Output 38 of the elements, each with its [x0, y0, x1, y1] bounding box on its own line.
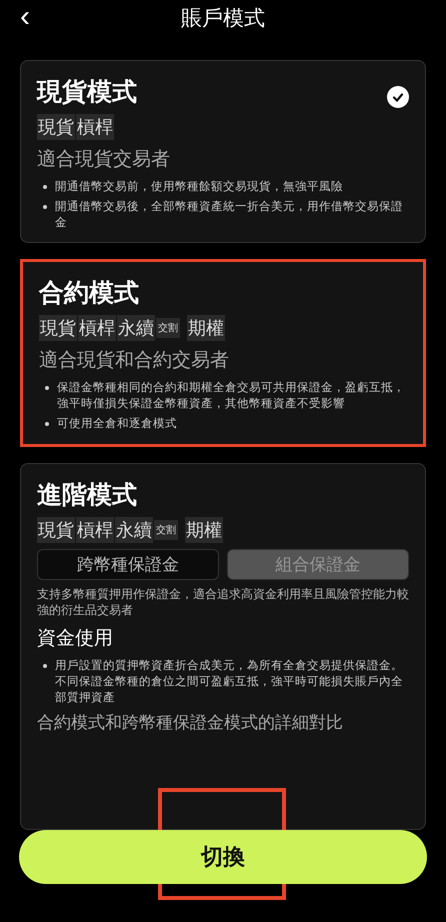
- mode-description: 支持多幣種質押用作保證金，適合追求高資金利用率且風險管控能力較強的衍生品交易者: [37, 586, 409, 620]
- comparison-link[interactable]: 合約模式和跨幣種保證金模式的詳細對比: [37, 711, 409, 734]
- mode-title: 進階模式: [37, 478, 137, 511]
- mode-subtitle: 適合現貨和合約交易者: [39, 348, 230, 374]
- margin-option[interactable]: 跨幣種保證金: [37, 548, 219, 580]
- market-tag: 槓桿: [78, 315, 116, 342]
- bullet-dot: [45, 386, 49, 390]
- market-tag: 期權: [185, 516, 223, 543]
- bullet-dot: [43, 664, 47, 668]
- bullet-text: 用戶設置的質押幣資產折合成美元，為所有全倉交易提供保證金。不同保證金幣種的倉位之間可盈虧互抵，強平時可能損失賬戶內全部質押資產: [55, 657, 404, 706]
- mode-title: 現貨模式: [37, 76, 137, 108]
- market-tag: 永續: [117, 315, 155, 342]
- mode-card[interactable]: 合約模式 現貨 槓桿 永續 交割 期權 適合現貨和合約交易者 保證金幣種相同的合約和期權全倉交易可共用保證金，盈虧互抵，強平時僅損失保證金幣種資產，其他幣種資產不受影響 可使用全倉和逐倉模式: [20, 259, 426, 447]
- bullet-text: 開通借幣交易前，使用幣種餘額交易現貨，無強平風險: [55, 178, 344, 194]
- market-tag: 槓桿: [76, 114, 114, 140]
- mode-title: 合約模式: [39, 277, 139, 310]
- section-heading: 資金使用: [37, 626, 114, 652]
- bullet-text: 可使用全倉和逐倉模式: [57, 415, 178, 432]
- delivery-badge: 交割: [156, 318, 180, 338]
- market-tag: 槓桿: [76, 516, 114, 543]
- market-tag: 現貨: [37, 516, 75, 543]
- mode-subtitle: 適合現貨交易者: [37, 147, 171, 172]
- market-tag: 永續: [115, 516, 153, 543]
- mode-card[interactable]: 進階模式 現貨 槓桿 永續 交割 期權 跨幣種保證金 組合保證金 支持多幣種質押用作保證金，適合追求高資金利用率且風險管控能力較強的衍生品交易者 資金使用 用戶設置的質押幣資產折合成美元，為所有全倉交易提供保證金。不同保證金幣種的倉位之間可盈虧互抵，強平時可能損失賬戶內全部質押資產 合約模式和跨幣種保證金模式的詳細對比: [20, 462, 426, 830]
- market-tag: 現貨: [37, 114, 75, 140]
- market-tag: 期權: [187, 315, 225, 342]
- mode-card[interactable]: 現貨模式 現貨 槓桿 適合現貨交易者 開通借幣交易前，使用幣種餘額交易現貨，無強平風險 開通借幣交易後，全部幣種資產統一折合美元，用作借幣交易保證金: [20, 60, 426, 244]
- bullet-text: 開通借幣交易後，全部幣種資產統一折合美元，用作借幣交易保證金: [55, 198, 404, 230]
- back-button[interactable]: ‹: [16, 2, 34, 32]
- bullet-dot: [43, 185, 47, 189]
- bullet-text: 保證金幣種相同的合約和期權全倉交易可共用保證金，盈虧互抵，強平時僅損失保證金幣種資產，其他幣種資產不受影響: [57, 379, 406, 412]
- market-tag: 現貨: [39, 315, 77, 342]
- bullet-dot: [43, 205, 47, 210]
- switch-button[interactable]: 切換: [19, 830, 427, 884]
- bullet-dot: [45, 422, 49, 426]
- check-icon: [387, 86, 409, 108]
- delivery-badge: 交割: [154, 520, 178, 540]
- page-title: 賬戶模式: [181, 5, 265, 32]
